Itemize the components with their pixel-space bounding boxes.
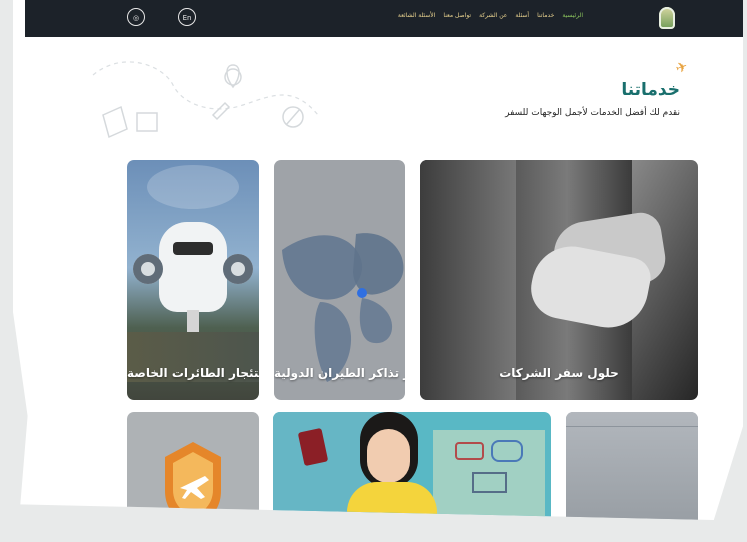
shield-plane-icon <box>165 442 221 520</box>
service-label-private-jet: استئجار الطائرات الخاصة <box>127 366 259 380</box>
service-card-international-tickets[interactable]: إصدار تذاكر الطيران الدولية <box>274 160 405 400</box>
plane-icon: ✈ <box>673 58 691 78</box>
nav-item-about[interactable]: عن الشركة <box>479 12 507 26</box>
language-toggle-button[interactable]: En <box>178 8 196 26</box>
nav-item-faq[interactable]: الأسئلة الشائعة <box>398 12 436 26</box>
section-title: خدماتنا <box>621 80 680 100</box>
service-card-travel-insurance[interactable] <box>127 412 259 520</box>
service-card-tourism[interactable] <box>273 412 551 520</box>
nav-item-services[interactable]: خدماتنا <box>537 12 554 26</box>
section-subtitle: نقدم لك أفضل الخدمات لأجمل الوجهات للسفر <box>505 108 680 118</box>
nav-item-questions[interactable]: أسئلة <box>515 12 529 26</box>
top-navbar: ◎ En الرئيسية خدماتنا أسئلة عن الشركة تو… <box>25 0 743 37</box>
travel-doodle-illustration <box>92 61 319 139</box>
nav-item-contact[interactable]: تواصل معنا <box>443 12 471 26</box>
logo-badge-icon <box>659 7 675 29</box>
company-logo[interactable] <box>637 5 675 31</box>
map-pin-icon <box>357 288 367 298</box>
service-label-international-tickets: إصدار تذاكر الطيران الدولية <box>274 366 405 380</box>
service-card-corporate-travel[interactable]: حلول سفر الشركات <box>420 160 698 400</box>
nav-menu: الرئيسية خدماتنا أسئلة عن الشركة تواصل م… <box>333 12 583 26</box>
settings-icon[interactable]: ◎ <box>127 8 145 26</box>
service-card-private-jet[interactable]: استئجار الطائرات الخاصة <box>127 160 259 400</box>
service-card-other[interactable] <box>566 412 698 520</box>
nav-item-home[interactable]: الرئيسية <box>562 12 583 26</box>
page-screenshot: ◎ En الرئيسية خدماتنا أسئلة عن الشركة تو… <box>13 0 743 520</box>
service-label-corporate-travel: حلول سفر الشركات <box>499 366 619 380</box>
world-map-image <box>282 233 404 382</box>
